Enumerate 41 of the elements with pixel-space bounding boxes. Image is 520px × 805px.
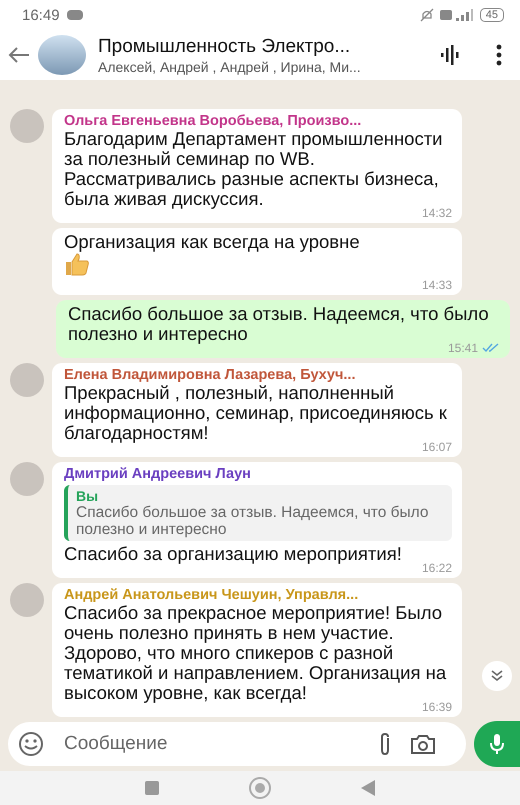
message-text: Спасибо большое за отзыв. Надеемся, что было полезно и интересно	[68, 304, 490, 344]
voice-chat-icon[interactable]	[440, 44, 460, 66]
sender-name[interactable]: Дмитрий Андреевич Лаун	[64, 466, 452, 482]
microphone-button[interactable]	[474, 721, 520, 767]
composer-bar[interactable]: Сообщение	[8, 722, 466, 766]
sender-name[interactable]: Ольга Евгеньевна Воробьева, Произво...	[64, 113, 452, 129]
message-time: 14:32	[422, 206, 452, 220]
sticker-icon[interactable]	[18, 731, 44, 757]
message-text: Спасибо за организацию мероприятия!	[64, 544, 403, 564]
battery-indicator: 45	[480, 8, 504, 22]
camera-icon[interactable]	[410, 733, 436, 755]
chat-title[interactable]: Промышленность Электро...	[98, 36, 432, 58]
chat-members: Алексей, Андрей , Андрей , Ирина, Ми...	[98, 58, 362, 74]
message-time: 16:22	[422, 561, 452, 575]
message-text: Организация как всегда на уровне	[64, 232, 361, 252]
microphone-icon	[489, 733, 505, 755]
signal-icon	[440, 8, 474, 22]
sender-name[interactable]: Андрей Анатольевич Чешуин, Управля...	[64, 587, 452, 603]
quoted-message[interactable]: Вы Спасибо большое за отзыв. Надеемся, что было полезно и интересно	[64, 485, 452, 541]
message-text: Спасибо за прекрасное мероприятие! Было очень полезно принять в нем участие. Здорово, что много спикеров с разной тематикой и направлением. Организация на высоком уровне, как всегда!	[64, 603, 446, 703]
back-icon[interactable]	[360, 779, 376, 797]
scroll-down-button[interactable]	[482, 661, 512, 691]
group-avatar[interactable]	[38, 35, 86, 75]
message-input-field[interactable]: Сообщение	[62, 732, 360, 756]
status-time: 16:49	[22, 6, 60, 24]
sender-name[interactable]: Елена Владимировна Лазарева, Бухуч...	[64, 367, 452, 383]
quote-text: Спасибо большое за отзыв. Надеемся, что было полезно и интересно	[76, 504, 430, 538]
back-arrow-icon[interactable]	[8, 46, 30, 64]
message-text: Благодарим Департамент промышленности за полезный семинар по WB. Рассматривались разные аспекты бизнеса, была живая дискуссия.	[64, 129, 443, 209]
double-chevron-down-icon	[490, 670, 504, 682]
message-time: 16:39	[422, 700, 452, 714]
quote-author: Вы	[76, 488, 100, 504]
attach-icon[interactable]	[378, 732, 392, 756]
home-icon[interactable]	[248, 776, 272, 800]
menu-icon[interactable]	[496, 44, 502, 66]
mute-icon	[420, 8, 434, 22]
message-text: Прекрасный , полезный, наполненный информационно, семинар, присоединяюсь к благодарностям!	[64, 383, 447, 443]
message-time: 14:33	[422, 278, 452, 292]
recent-apps-icon[interactable]	[144, 780, 160, 796]
message-time: 16:07	[422, 440, 452, 454]
message-time: 15:41	[448, 341, 478, 355]
